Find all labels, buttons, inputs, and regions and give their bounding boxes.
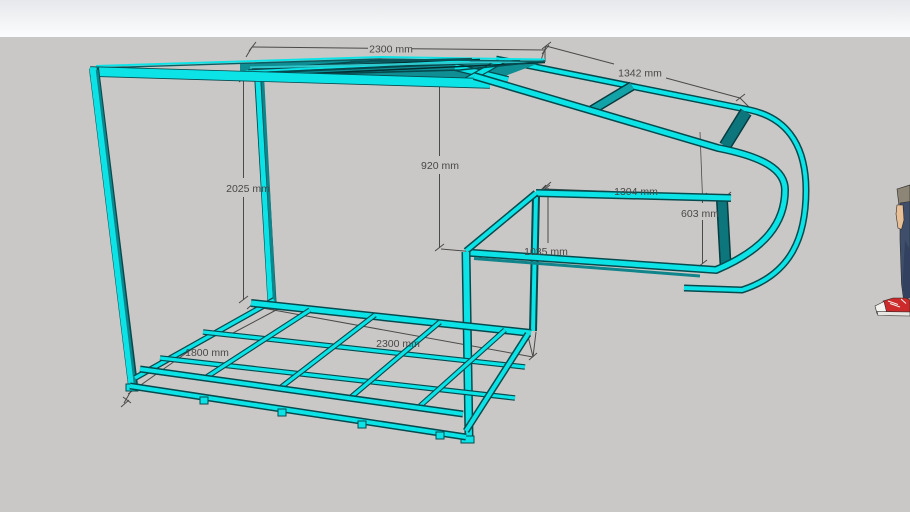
svg-text:603 mm: 603 mm [681, 208, 719, 220]
svg-text:1342 mm: 1342 mm [618, 68, 662, 80]
svg-text:1035 mm: 1035 mm [524, 246, 568, 258]
svg-text:2025 mm: 2025 mm [226, 183, 270, 195]
svg-text:2300 mm: 2300 mm [376, 338, 420, 350]
svg-text:1800 mm: 1800 mm [185, 347, 229, 359]
svg-text:2300 mm: 2300 mm [369, 44, 413, 56]
svg-text:920 mm: 920 mm [421, 160, 459, 172]
svg-text:1304 mm: 1304 mm [614, 186, 658, 198]
